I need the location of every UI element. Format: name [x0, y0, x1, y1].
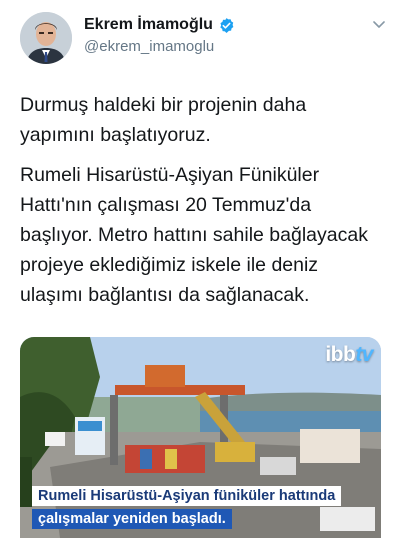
chevron-down-icon[interactable]	[372, 20, 386, 30]
logo-text-suffix: tv	[355, 343, 373, 366]
tweet-paragraph: Durmuş haldeki bir projenin daha yapımın…	[20, 94, 307, 146]
video-caption-line-1: Rumeli Hisarüstü-Aşiyan füniküler hattın…	[32, 486, 342, 506]
logo-text-main: ibb	[325, 343, 356, 366]
tweet-header: Ekrem İmamoğlu @ekrem_imamoglu	[0, 0, 400, 80]
ibbtv-logo: ibbtv	[325, 343, 373, 367]
verified-badge-icon	[220, 17, 234, 33]
avatar-image	[20, 12, 72, 64]
construction-site-image	[20, 337, 381, 538]
video-caption-line-2: çalışmalar yeniden başladı.	[32, 509, 232, 529]
display-name[interactable]: Ekrem İmamoğlu	[84, 16, 213, 34]
tweet-paragraph: Rumeli Hisarüstü-Aşiyan Füniküler Hattı'…	[20, 164, 368, 306]
avatar[interactable]	[20, 12, 72, 64]
name-row: Ekrem İmamoğlu	[84, 16, 235, 34]
user-handle[interactable]: @ekrem_imamoglu	[84, 38, 214, 55]
tweet-text: Durmuş haldeki bir projenin daha yapımın…	[20, 90, 386, 320]
video-thumbnail[interactable]: ibbtv Rumeli Hisarüstü-Aşiyan füniküler …	[20, 337, 381, 538]
